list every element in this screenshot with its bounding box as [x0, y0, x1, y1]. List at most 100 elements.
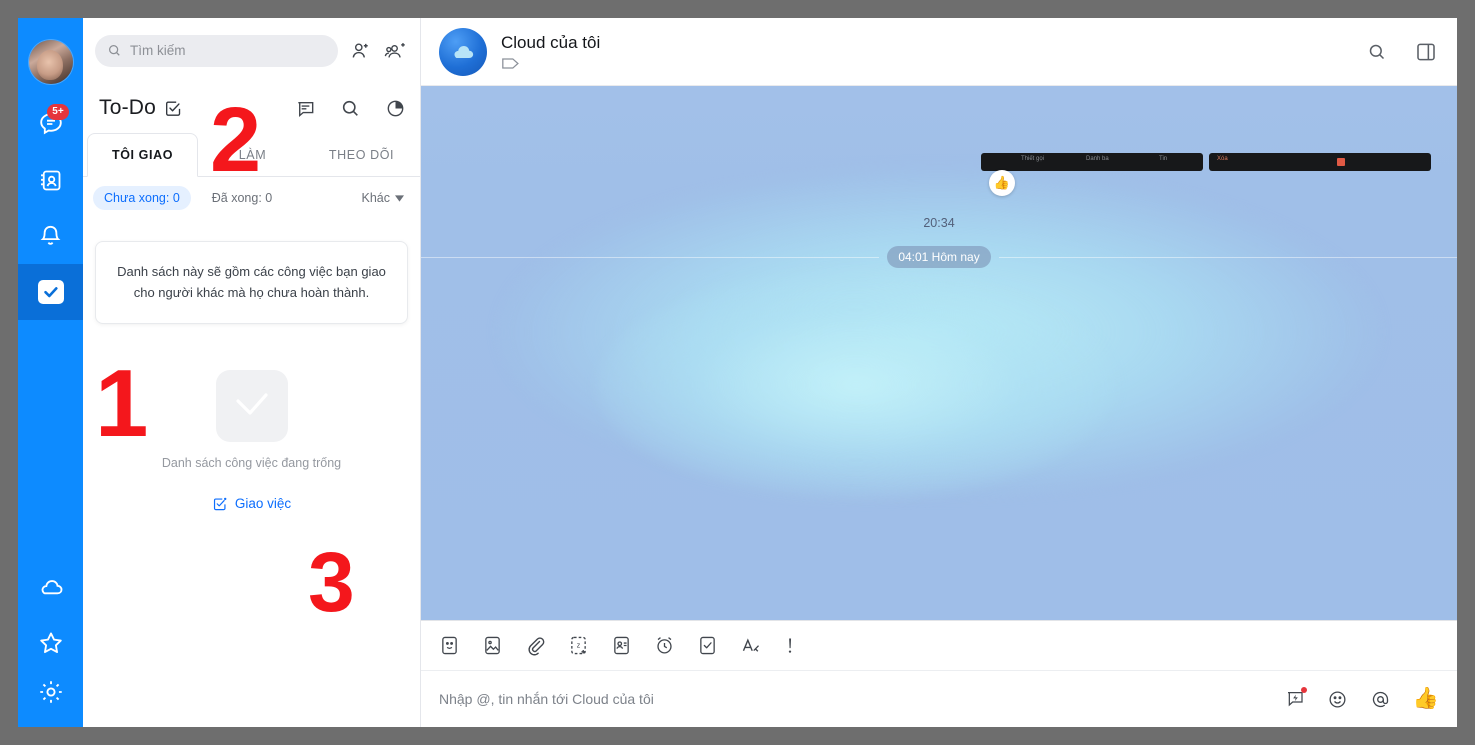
todo-info-tooltip: Danh sách này sẽ gồm các công việc bạn g… [95, 241, 408, 324]
filter-da-xong[interactable]: Đã xong: 0 [201, 186, 283, 210]
todo-panel: Tìm kiếm To-Do TÔI GIAO LÀM THEO DÕI Chư… [83, 18, 421, 727]
left-nav-rail: 5+ [18, 18, 83, 727]
emoji-button[interactable] [1327, 689, 1348, 710]
sidebar-toggle-button[interactable] [1415, 42, 1437, 62]
sidebar-item-notifications[interactable] [18, 208, 83, 264]
strip-label-d: Xóa [1217, 156, 1228, 162]
attachment-button[interactable] [525, 635, 546, 656]
chat-header: Cloud của tôi [421, 18, 1457, 86]
add-friend-icon [352, 43, 368, 58]
screenshot-icon: z [571, 636, 586, 655]
screenshot-button[interactable]: z [568, 635, 589, 656]
cloud-background-glow-secondary [596, 270, 1117, 501]
bell-icon [40, 225, 61, 245]
tag-icon[interactable] [501, 57, 521, 70]
search-placeholder: Tìm kiếm [130, 43, 186, 58]
sidebar-item-settings[interactable] [18, 671, 83, 727]
business-card-icon [614, 636, 629, 655]
app-window: 5+ Tìm kiếm To-Do TÔI GIAO LÀM THEO DÕI … [18, 18, 1457, 727]
message-timestamp-top: 20:34 [923, 216, 955, 230]
todo-header-icons [295, 98, 406, 119]
urgent-button[interactable] [784, 635, 796, 656]
message-input[interactable]: Nhập @, tin nhắn tới Cloud của tôi [439, 691, 654, 707]
sticker-button[interactable] [439, 635, 460, 656]
search-icon [1369, 44, 1385, 59]
sidebar-item-contacts[interactable] [18, 152, 83, 208]
tab-lam[interactable]: LÀM [198, 133, 307, 176]
composer-toolbar: z [421, 621, 1457, 671]
previous-message-images[interactable]: Thiết gọi Danh ba Tin Xóa [981, 153, 1431, 171]
search-icon [109, 45, 120, 56]
gear-icon [39, 681, 62, 703]
assign-task-icon [213, 497, 227, 511]
sidebar-item-favorites[interactable] [18, 615, 83, 671]
sticker-icon [442, 636, 457, 655]
chat-search-button[interactable] [1367, 42, 1387, 62]
tab-theo-doi[interactable]: THEO DÕI [307, 133, 416, 176]
thumbs-up-button[interactable]: 👍 [1413, 687, 1439, 711]
mention-button[interactable] [1370, 689, 1391, 710]
cloud-icon [41, 580, 62, 595]
add-friend-button[interactable] [350, 40, 372, 62]
sidebar-item-todo[interactable] [18, 264, 83, 320]
assign-task-link[interactable]: Giao việc [83, 496, 420, 512]
reminder-button[interactable] [654, 635, 675, 656]
image-button[interactable] [482, 635, 503, 656]
todo-header: To-Do [83, 83, 420, 133]
divider-line-right [998, 256, 1457, 258]
note-icon [298, 101, 314, 117]
assign-task-label: Giao việc [234, 496, 292, 512]
filter-chua-xong[interactable]: Chưa xong: 0 [93, 186, 191, 210]
note-button[interactable] [295, 98, 316, 119]
annotation-3: 3 [308, 535, 355, 629]
conversation-avatar[interactable] [439, 27, 487, 76]
statistics-button[interactable] [385, 98, 406, 119]
text-format-button[interactable] [740, 635, 762, 656]
exclamation-icon [788, 638, 792, 653]
business-card-button[interactable] [611, 635, 632, 656]
quick-message-button[interactable] [1285, 687, 1307, 709]
todo-search-button[interactable] [340, 98, 361, 119]
cloud-icon [454, 45, 474, 58]
reaction-badge[interactable]: 👍 [989, 170, 1015, 196]
todo-tabs: TÔI GIAO LÀM THEO DÕI [83, 133, 420, 177]
strip-accent [1337, 158, 1345, 166]
strip-label-b: Danh ba [1086, 156, 1109, 162]
composer-right-icons: 👍 [1285, 687, 1439, 711]
page-title: To-Do [99, 96, 157, 119]
sidebar-toggle-icon [1417, 43, 1435, 60]
svg-text:z: z [577, 642, 581, 649]
message-list[interactable]: Thiết gọi Danh ba Tin Xóa 👍 20:34 04:01 … [421, 86, 1457, 620]
contacts-icon [41, 170, 61, 190]
strip-label-c: Tin [1159, 156, 1168, 162]
message-input-row[interactable]: Nhập @, tin nhắn tới Cloud của tôi 👍 [421, 671, 1457, 727]
search-icon [342, 100, 358, 116]
sidebar-item-messages[interactable]: 5+ [18, 96, 83, 152]
tab-toi-giao[interactable]: TÔI GIAO [87, 133, 198, 177]
todo-filters: Chưa xong: 0 Đã xong: 0 Khác [83, 177, 420, 219]
chat-header-icons [1367, 42, 1437, 62]
filter-more-label: Khác [361, 191, 391, 205]
filter-more-dropdown[interactable]: Khác [362, 191, 409, 205]
todo-button[interactable] [697, 635, 718, 656]
search-input[interactable]: Tìm kiếm [95, 34, 338, 67]
conversation-title: Cloud của tôi [501, 33, 601, 52]
chevron-down-icon [395, 194, 404, 202]
day-divider: 04:01 Hôm nay [421, 246, 1457, 268]
message-image-thumb[interactable]: Thiết gọi Danh ba Tin [981, 153, 1203, 171]
chat-header-text: Cloud của tôi [501, 33, 600, 70]
quick-message-badge [1300, 687, 1307, 693]
sidebar-item-cloud[interactable] [18, 559, 83, 615]
attachment-icon [528, 637, 545, 656]
chart-pie-icon [387, 100, 404, 116]
avatar[interactable] [28, 40, 73, 84]
empty-check-icon [215, 369, 288, 442]
mention-icon [1372, 691, 1388, 707]
message-image-thumb[interactable]: Xóa [1209, 153, 1431, 171]
reminder-alarm-icon [657, 637, 672, 654]
add-group-button[interactable] [384, 40, 408, 62]
task-check-icon [166, 100, 181, 116]
check-icon [235, 393, 268, 415]
messages-badge: 5+ [47, 104, 69, 120]
todo-check-icon [37, 280, 64, 304]
